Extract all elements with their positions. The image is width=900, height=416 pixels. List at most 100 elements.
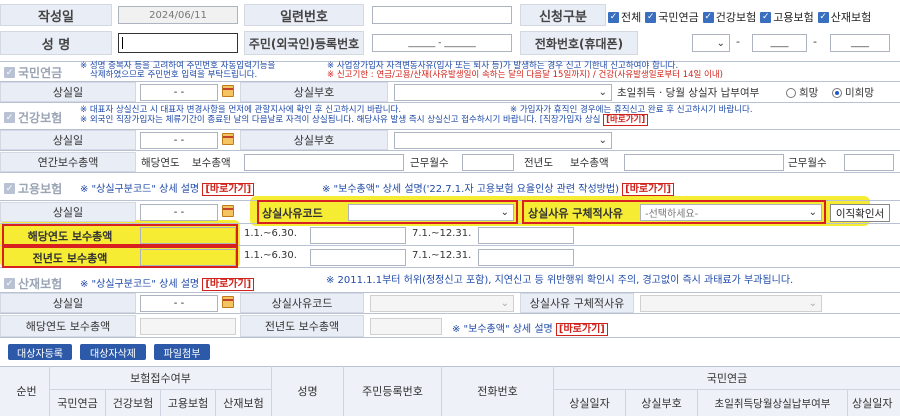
health-note-2: ※ 외국인 직장가입자는 체류기간이 종료된 날의 다음날로 자격이 상실됩니다… [80,114,649,126]
chevron-down-icon: ⌄ [716,37,725,49]
employment-period-2: 7.1.~12.31. [412,228,472,239]
reason-detail-outline [522,200,826,224]
serial-field[interactable] [372,6,512,24]
health-header[interactable]: ✓ 건강보험 [4,109,62,126]
register-button[interactable]: 대상자등록 [8,344,72,360]
radio-selected-icon [832,87,842,98]
apply-type-checkboxes: ✓ 전체 ✓ 국민연금 ✓ 건강보험 ✓ 고용보험 ✓ 산재보험 [608,9,871,25]
health-note-1: ※ 대표자 상실신고 시 대표자 변경사항을 먼저에 관할지사에 확인 후 신고… [80,105,402,115]
pension-note-2b: ※ 신고기한 : 연금/고용/산재(사유발생일이 속하는 달의 다음달 15일까… [327,70,723,80]
industrial-note-2: ※ 2011.1.1부터 허위(정정신고 포함), 지연신고 등 위반행위 확인… [326,275,794,286]
col-insurance-group: 보험접수여부 [50,366,272,390]
check-icon: ✓ [4,112,15,123]
apply-industrial-checkbox[interactable]: ✓ 산재보험 [817,9,871,25]
first-month-no-radio[interactable]: 미희망 [832,85,874,100]
col-phone: 전화번호 [442,366,554,416]
industrial-reason-detail-select[interactable]: ⌄ [640,295,822,312]
health-loss-code-select[interactable]: ⌄ [394,132,612,149]
industrial-reason-code-select[interactable]: ⌄ [370,295,514,312]
pension-loss-code-select[interactable]: ⌄ [394,84,612,101]
industrial-this-year-pay-input[interactable] [140,318,236,335]
industrial-loss-date-input[interactable]: - - [140,295,218,312]
pension-loss-date-input[interactable]: - - [140,84,218,101]
employment-period-4: 7.1.~12.31. [412,250,472,261]
calendar-icon[interactable] [222,296,234,308]
delete-button[interactable]: 대상자삭제 [80,344,146,360]
employment-period-1-input[interactable] [310,227,406,244]
radio-icon [786,87,796,98]
health-this-year-label: 해당연도 [141,157,180,169]
employment-header[interactable]: ✓ 고용보험 [4,180,62,197]
employment-period-2-input[interactable] [478,227,574,244]
employment-loss-date-label: 상실일 [0,202,136,222]
reason-code-outline [257,200,518,224]
phone-dash-2: - [813,35,817,48]
apply-all-checkbox[interactable]: ✓ 전체 [608,9,641,25]
calendar-icon[interactable] [222,85,234,97]
check-icon: ✓ [760,11,772,23]
industrial-pay-link[interactable]: [바로가기] [555,323,608,336]
industrial-header[interactable]: ✓ 산재보험 [4,275,62,292]
health-loss-date-input[interactable]: - - [140,132,218,149]
pension-loss-date-label: 상실일 [0,82,136,102]
col-no: 순번 [4,366,50,416]
phone-middle-input[interactable]: ____ [752,34,807,52]
apply-employment-checkbox[interactable]: ✓ 고용보험 [760,9,814,25]
leave-confirm-button[interactable]: 이직확인서 [830,204,890,222]
employment-pay-link[interactable]: [바로가기] [622,183,675,196]
health-loss-code-label: 상실부호 [240,130,388,150]
name-label: 성 명 [0,31,112,55]
resident-input[interactable]: ______ - _______ [372,34,512,52]
date-label: 작성일 [0,4,112,26]
prev-year-pay-outline [2,246,238,268]
apply-health-checkbox[interactable]: ✓ 건강보험 [702,9,756,25]
chevron-down-icon: ⌄ [598,135,607,146]
employment-period-3-input[interactable] [310,249,406,266]
employment-note-1: ※ "상실구분코드" 상세 설명 [바로가기] [80,180,255,196]
apply-type-label: 신청구분 [520,4,606,26]
employment-period-4-input[interactable] [478,249,574,266]
phone-prefix-select[interactable]: ⌄ [692,34,730,52]
calendar-icon[interactable] [222,205,234,217]
health-prev-year-pay-input[interactable] [624,154,784,171]
col-industrial: 산재보험 [216,390,272,416]
phone-dash-1: - [736,35,740,48]
industrial-prev-year-pay-input[interactable] [370,318,442,335]
health-prev-work-months-input[interactable] [844,154,894,171]
col-pension-group: 국민연금 [554,366,900,390]
calendar-icon[interactable] [222,133,234,145]
col-loss-date: 상실일자 [554,390,626,416]
health-this-year-pay-input[interactable] [244,154,404,171]
health-work-months-label: 근무월수 [410,157,449,169]
employment-note-2: ※ "보수총액" 상세 설명('22.7.1.자 고용보험 요율인상 관련 작성… [322,180,675,196]
pension-note-1b: 삭제하였으므로 주민번호 입력을 부탁드립니다. [90,70,258,80]
health-prev-year-label: 전년도 [524,157,553,169]
serial-label: 일련번호 [244,4,364,26]
col-loss-date-2: 상실일자 [852,397,893,410]
col-loss-code: 상실부호 [626,390,698,416]
pension-loss-code-label: 상실부호 [240,82,388,102]
attach-file-button[interactable]: 파일첨부 [154,344,210,360]
check-icon: ✓ [817,11,829,23]
first-month-label: 초일취득 · 당월 상실자 납부여부 [617,87,760,99]
industrial-code-link[interactable]: [바로가기] [202,278,255,291]
name-input[interactable] [118,33,238,53]
check-icon: ✓ [702,11,714,23]
health-work-months-input[interactable] [462,154,514,171]
industrial-note-3: ※ "보수총액" 상세 설명 [바로가기] [452,320,608,336]
col-employment: 고용보험 [161,390,216,416]
date-field[interactable]: 2024/06/11 [118,6,238,24]
employment-code-link[interactable]: [바로가기] [202,183,255,196]
apply-pension-checkbox[interactable]: ✓ 국민연금 [645,9,699,25]
health-link[interactable]: [바로가기] [603,114,649,126]
col-pension: 국민연금 [50,390,106,416]
industrial-reason-detail-label: 상실사유 구체적사유 [520,293,634,313]
employment-loss-date-input[interactable]: - - [140,204,218,221]
industrial-loss-date-label: 상실일 [0,293,136,313]
check-icon: ✓ [4,278,15,289]
col-health: 건강보험 [106,390,161,416]
first-month-yes-radio[interactable]: 희망 [786,85,818,100]
pension-header[interactable]: ✓ 국민연금 [4,64,62,81]
phone-label: 전화번호(휴대폰) [520,31,638,55]
phone-last-input[interactable]: ____ [830,34,890,52]
